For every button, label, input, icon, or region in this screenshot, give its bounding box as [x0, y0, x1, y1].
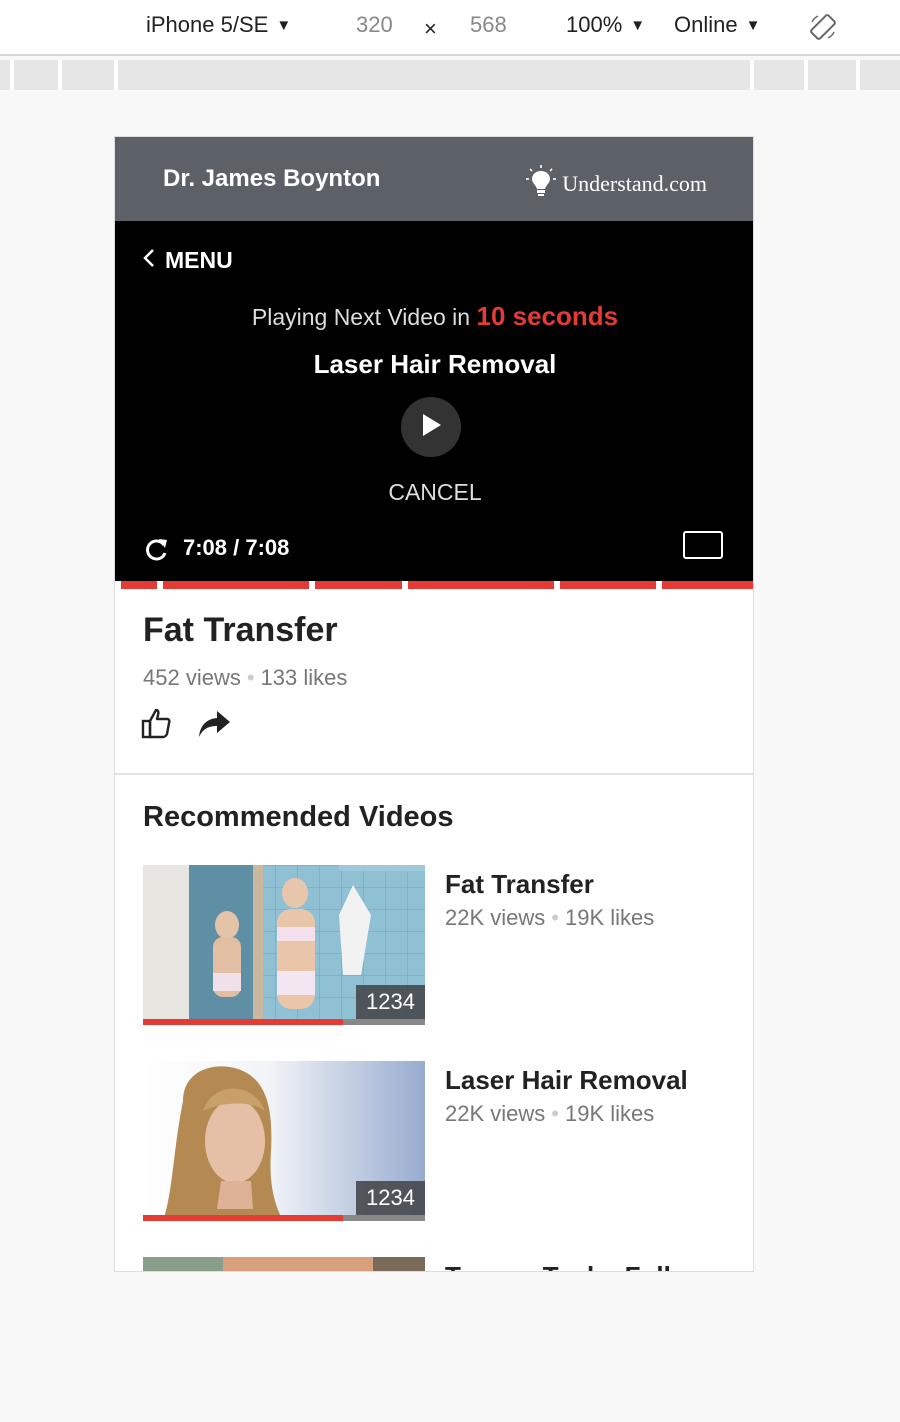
network-label: Online — [674, 12, 738, 37]
countdown-prefix: Playing Next Video in — [251, 304, 471, 330]
separator-dot: • — [246, 665, 255, 690]
video-info: Fat Transfer 452 views • 133 likes — [115, 589, 753, 775]
zoom-select[interactable]: 100% ▼ — [566, 12, 645, 38]
video-duration-badge: 1234 — [356, 1181, 425, 1215]
zoom-label: 100% — [566, 12, 623, 37]
doctor-name[interactable]: Dr. James Boynton — [163, 165, 380, 193]
recommended-heading: Recommended Videos — [143, 801, 454, 833]
site-header: Dr. James Boynton Understand.com — [115, 137, 753, 221]
next-video-title: Laser Hair Removal — [313, 349, 557, 379]
playback-time: 7:08 / 7:08 — [183, 535, 290, 560]
video-thumbnail[interactable]: 1234 — [143, 865, 425, 1025]
like-count: 133 likes — [260, 665, 348, 690]
video-stats: 452 views • 133 likes — [143, 665, 347, 691]
fullscreen-icon[interactable] — [683, 531, 723, 559]
watch-progress-bar — [143, 1019, 425, 1025]
video-thumbnail[interactable] — [143, 1257, 425, 1271]
play-icon — [419, 412, 443, 443]
view-count: 22K views — [445, 1101, 546, 1126]
recommended-item[interactable]: 1234 Laser Hair Removal 22K views • 19K li… — [143, 1061, 727, 1225]
brand-name: Understand.com — [562, 171, 707, 196]
view-count: 22K views — [445, 905, 546, 930]
recommended-title[interactable]: Laser Hair Removal — [445, 1065, 688, 1096]
video-title: Fat Transfer — [143, 611, 338, 649]
play-next-button[interactable] — [401, 397, 461, 457]
share-icon[interactable] — [197, 709, 231, 744]
device-select[interactable]: iPhone 5/SE ▼ — [146, 12, 291, 38]
countdown-seconds: 10 seconds — [476, 301, 619, 331]
recommended-item[interactable]: Tummy Tuck - Full — [143, 1257, 727, 1271]
like-count: 19K likes — [564, 1101, 655, 1126]
brand-logo[interactable]: Understand.com — [526, 165, 707, 203]
recommended-stats: 22K views • 19K likes — [445, 905, 654, 931]
recommended-item[interactable]: 1234 Fat Transfer 22K views • 19K likes — [143, 865, 727, 1029]
cancel-button[interactable]: CANCEL — [115, 479, 753, 506]
menu-button[interactable]: MENU — [143, 247, 233, 274]
dropdown-arrow-icon: ▼ — [630, 17, 646, 34]
network-select[interactable]: Online ▼ — [674, 12, 760, 38]
recommended-title[interactable]: Tummy Tuck - Full — [445, 1261, 671, 1271]
watch-progress-bar — [143, 1215, 425, 1221]
view-count: 452 views — [143, 665, 241, 690]
like-icon[interactable] — [141, 707, 171, 744]
media-query-ruler[interactable] — [0, 60, 900, 90]
like-count: 19K likes — [564, 905, 655, 930]
replay-icon[interactable] — [143, 537, 169, 568]
devtools-toolbar: iPhone 5/SE ▼ 320 × 568 100% ▼ Online ▼ — [0, 0, 900, 56]
video-duration-badge: 1234 — [356, 985, 425, 1019]
rotate-icon[interactable] — [808, 12, 838, 48]
separator-dot: • — [551, 905, 559, 930]
lightbulb-icon — [526, 165, 562, 203]
device-label: iPhone 5/SE — [146, 12, 269, 37]
recommended-stats: 22K views • 19K likes — [445, 1101, 654, 1127]
dropdown-arrow-icon: ▼ — [745, 17, 761, 34]
dropdown-arrow-icon: ▼ — [276, 17, 292, 34]
recommended-title[interactable]: Fat Transfer — [445, 869, 594, 900]
video-player[interactable]: MENU Playing Next Video in 10 seconds La… — [115, 221, 753, 589]
video-thumbnail[interactable]: 1234 — [143, 1061, 425, 1221]
device-viewport: Dr. James Boynton Understand.com MENU Pl… — [114, 136, 754, 1272]
width-field[interactable]: 320 — [356, 12, 393, 38]
dimension-separator: × — [424, 16, 437, 41]
chapter-progress-bar[interactable] — [115, 581, 753, 589]
height-field[interactable]: 568 — [470, 12, 507, 38]
separator-dot: • — [551, 1101, 559, 1126]
next-video-countdown: Playing Next Video in 10 seconds — [115, 301, 753, 332]
chevron-left-icon — [143, 247, 165, 274]
menu-label: MENU — [165, 247, 233, 273]
